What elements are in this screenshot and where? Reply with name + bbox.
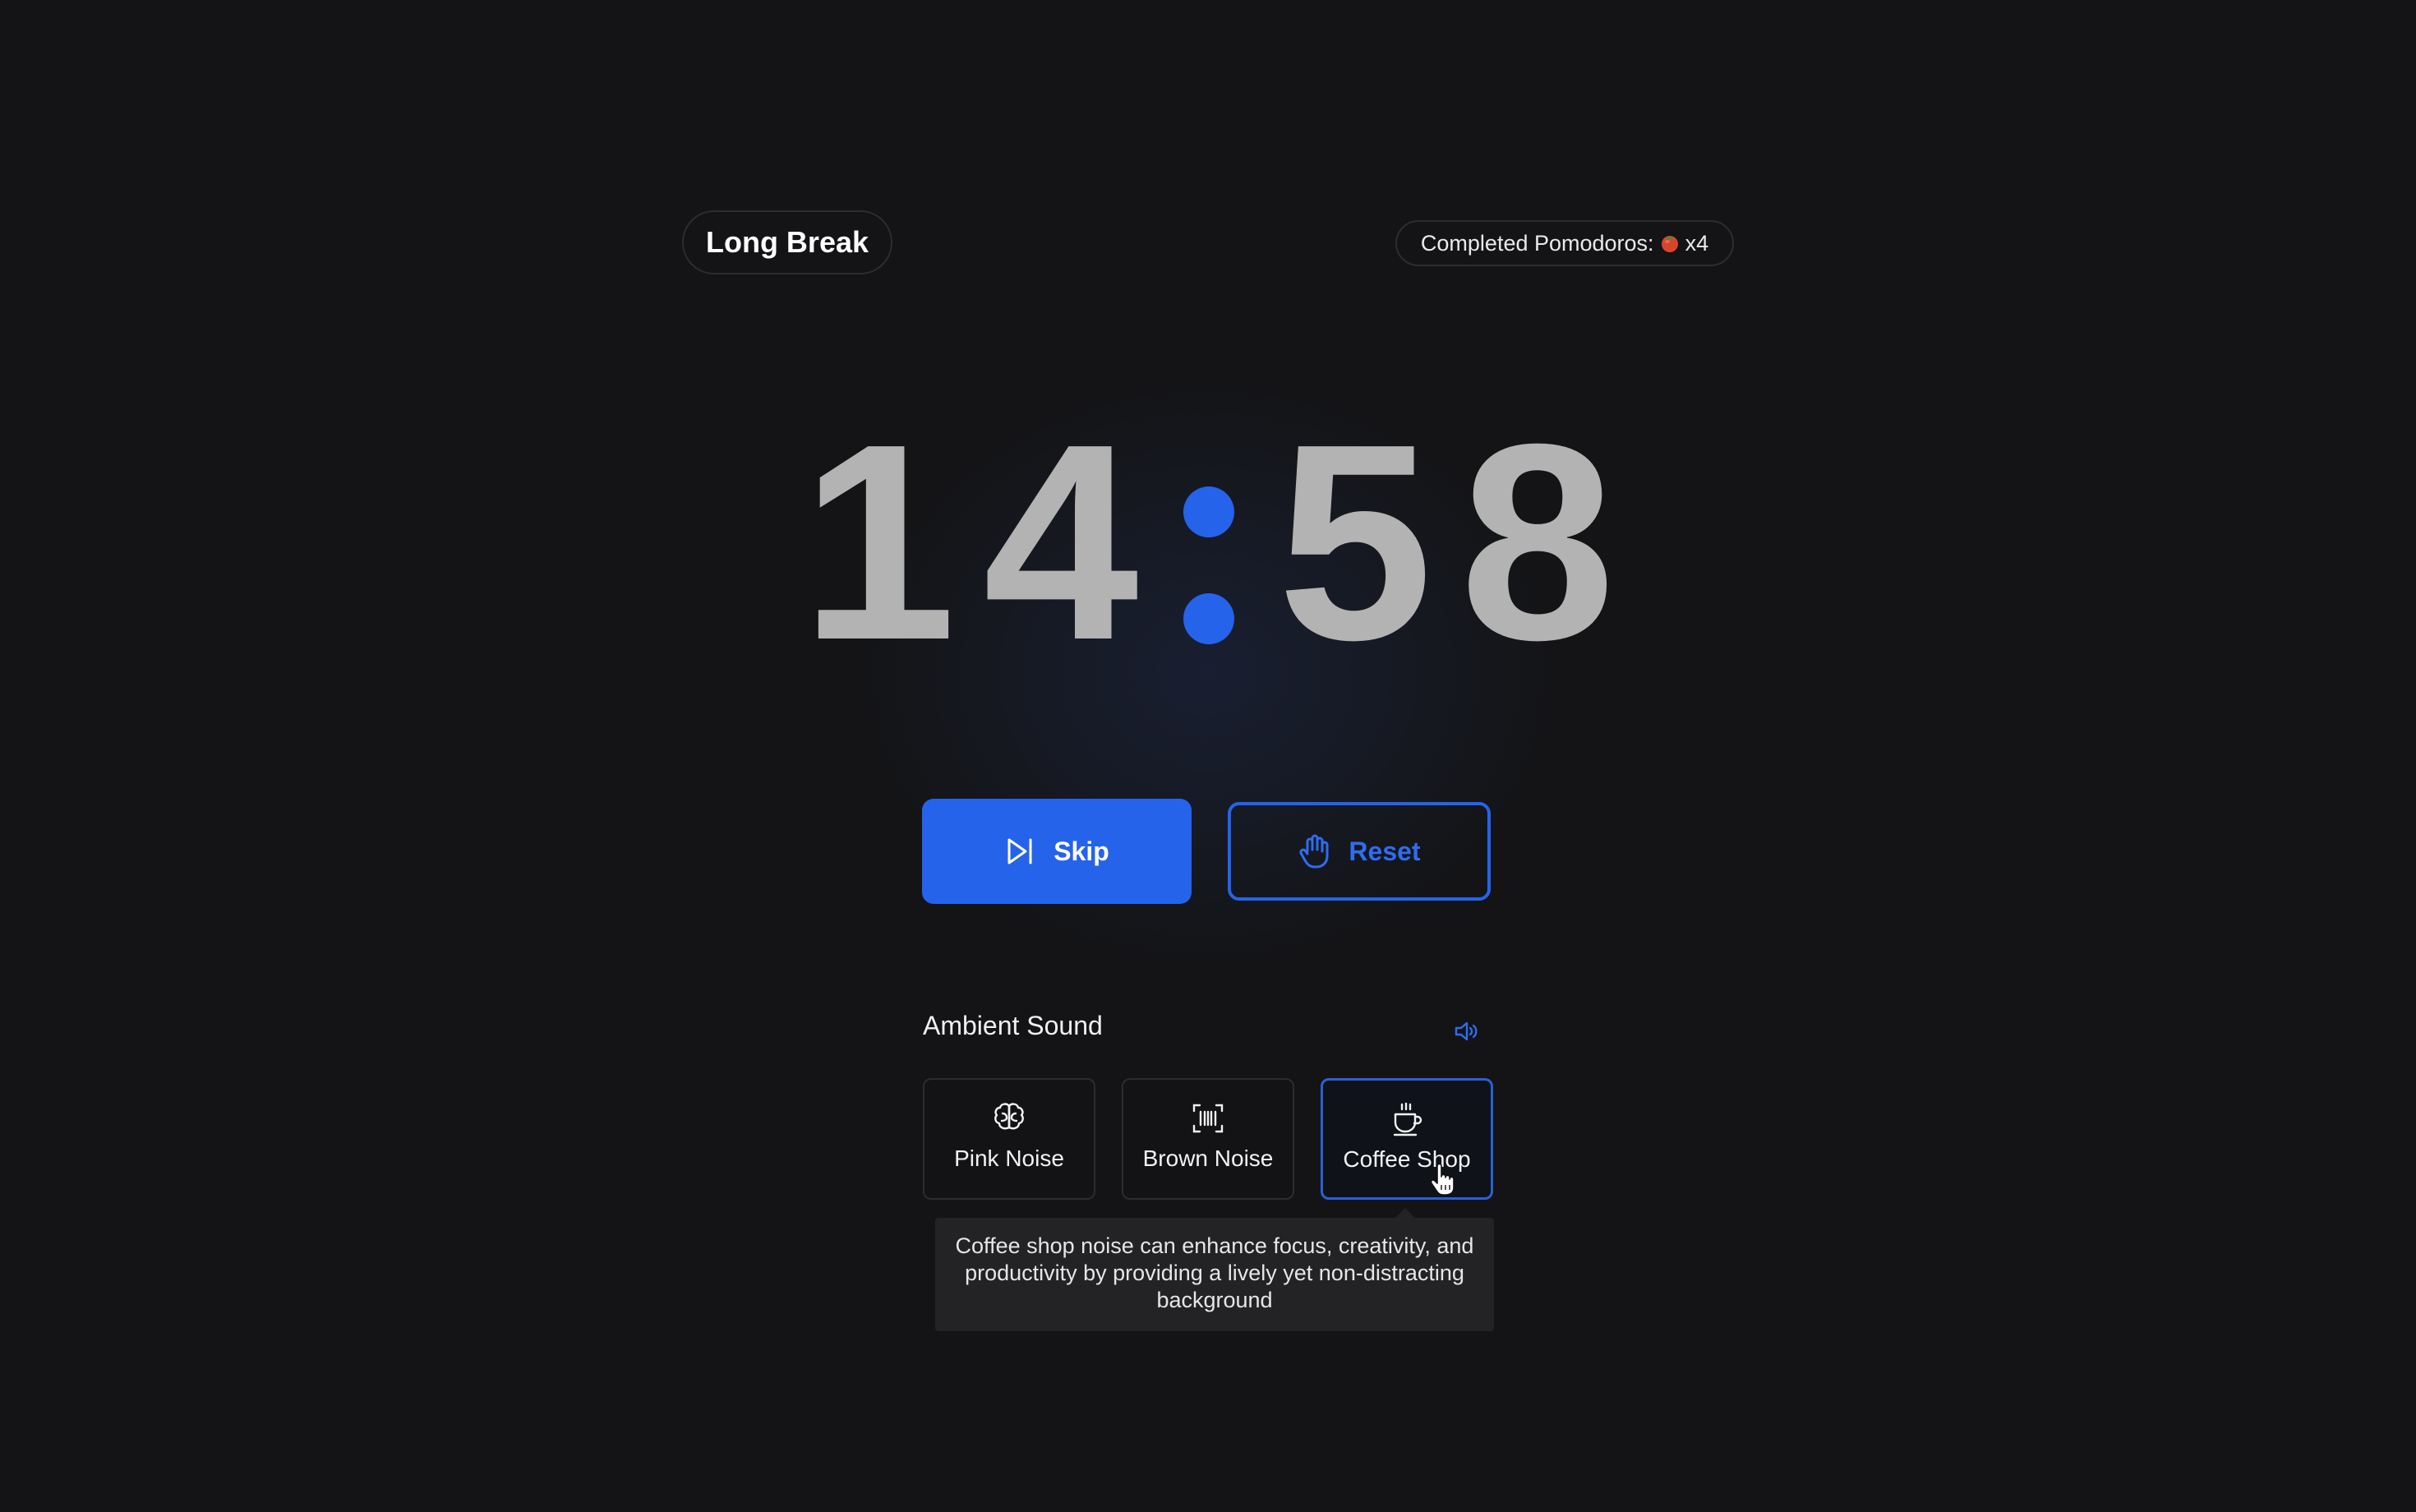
completed-label: Completed Pomodoros: <box>1420 230 1654 256</box>
sound-description-tooltip: Coffee shop noise can enhance focus, cre… <box>935 1218 1494 1331</box>
mode-label: Long Break <box>705 225 869 259</box>
mode-badge: Long Break <box>682 210 892 274</box>
volume-icon[interactable] <box>1453 1017 1481 1045</box>
sound-option-pink-noise[interactable]: Pink Noise <box>923 1078 1095 1200</box>
completed-pomodoros-badge: Completed Pomodoros: x4 <box>1395 220 1734 266</box>
skip-forward-icon <box>1004 836 1035 867</box>
skip-label: Skip <box>1054 836 1109 866</box>
sound-option-coffee-shop[interactable]: Coffee Shop <box>1321 1078 1493 1200</box>
barcode-scan-icon <box>1189 1099 1227 1137</box>
sound-option-label: Pink Noise <box>954 1146 1064 1171</box>
timer-separator <box>1152 411 1264 674</box>
hand-icon <box>1298 833 1330 869</box>
pomodoro-page: Long Break Completed Pomodoros: x4 1 4 5… <box>0 0 2416 1512</box>
ambient-sound-title: Ambient Sound <box>923 1011 1103 1040</box>
completed-count: x4 <box>1685 230 1709 256</box>
separator-dot-bottom <box>1183 593 1234 644</box>
reset-label: Reset <box>1349 836 1421 866</box>
separator-dot-top <box>1183 486 1234 537</box>
reset-button[interactable]: Reset <box>1228 802 1491 901</box>
countdown-timer: 1 4 5 8 <box>0 386 2416 698</box>
brain-icon <box>990 1099 1028 1137</box>
sound-option-brown-noise[interactable]: Brown Noise <box>1122 1078 1294 1200</box>
coffee-cup-icon <box>1388 1100 1426 1138</box>
seconds-ones-digit: 8 <box>1459 386 1616 698</box>
minutes-tens-digit: 1 <box>800 386 957 698</box>
tomato-icon <box>1659 233 1681 254</box>
skip-button[interactable]: Skip <box>922 799 1192 904</box>
minutes-ones-digit: 4 <box>983 386 1139 698</box>
pointer-hand-cursor-icon <box>1430 1163 1455 1196</box>
sound-option-label: Brown Noise <box>1142 1146 1274 1171</box>
seconds-tens-digit: 5 <box>1277 386 1433 698</box>
